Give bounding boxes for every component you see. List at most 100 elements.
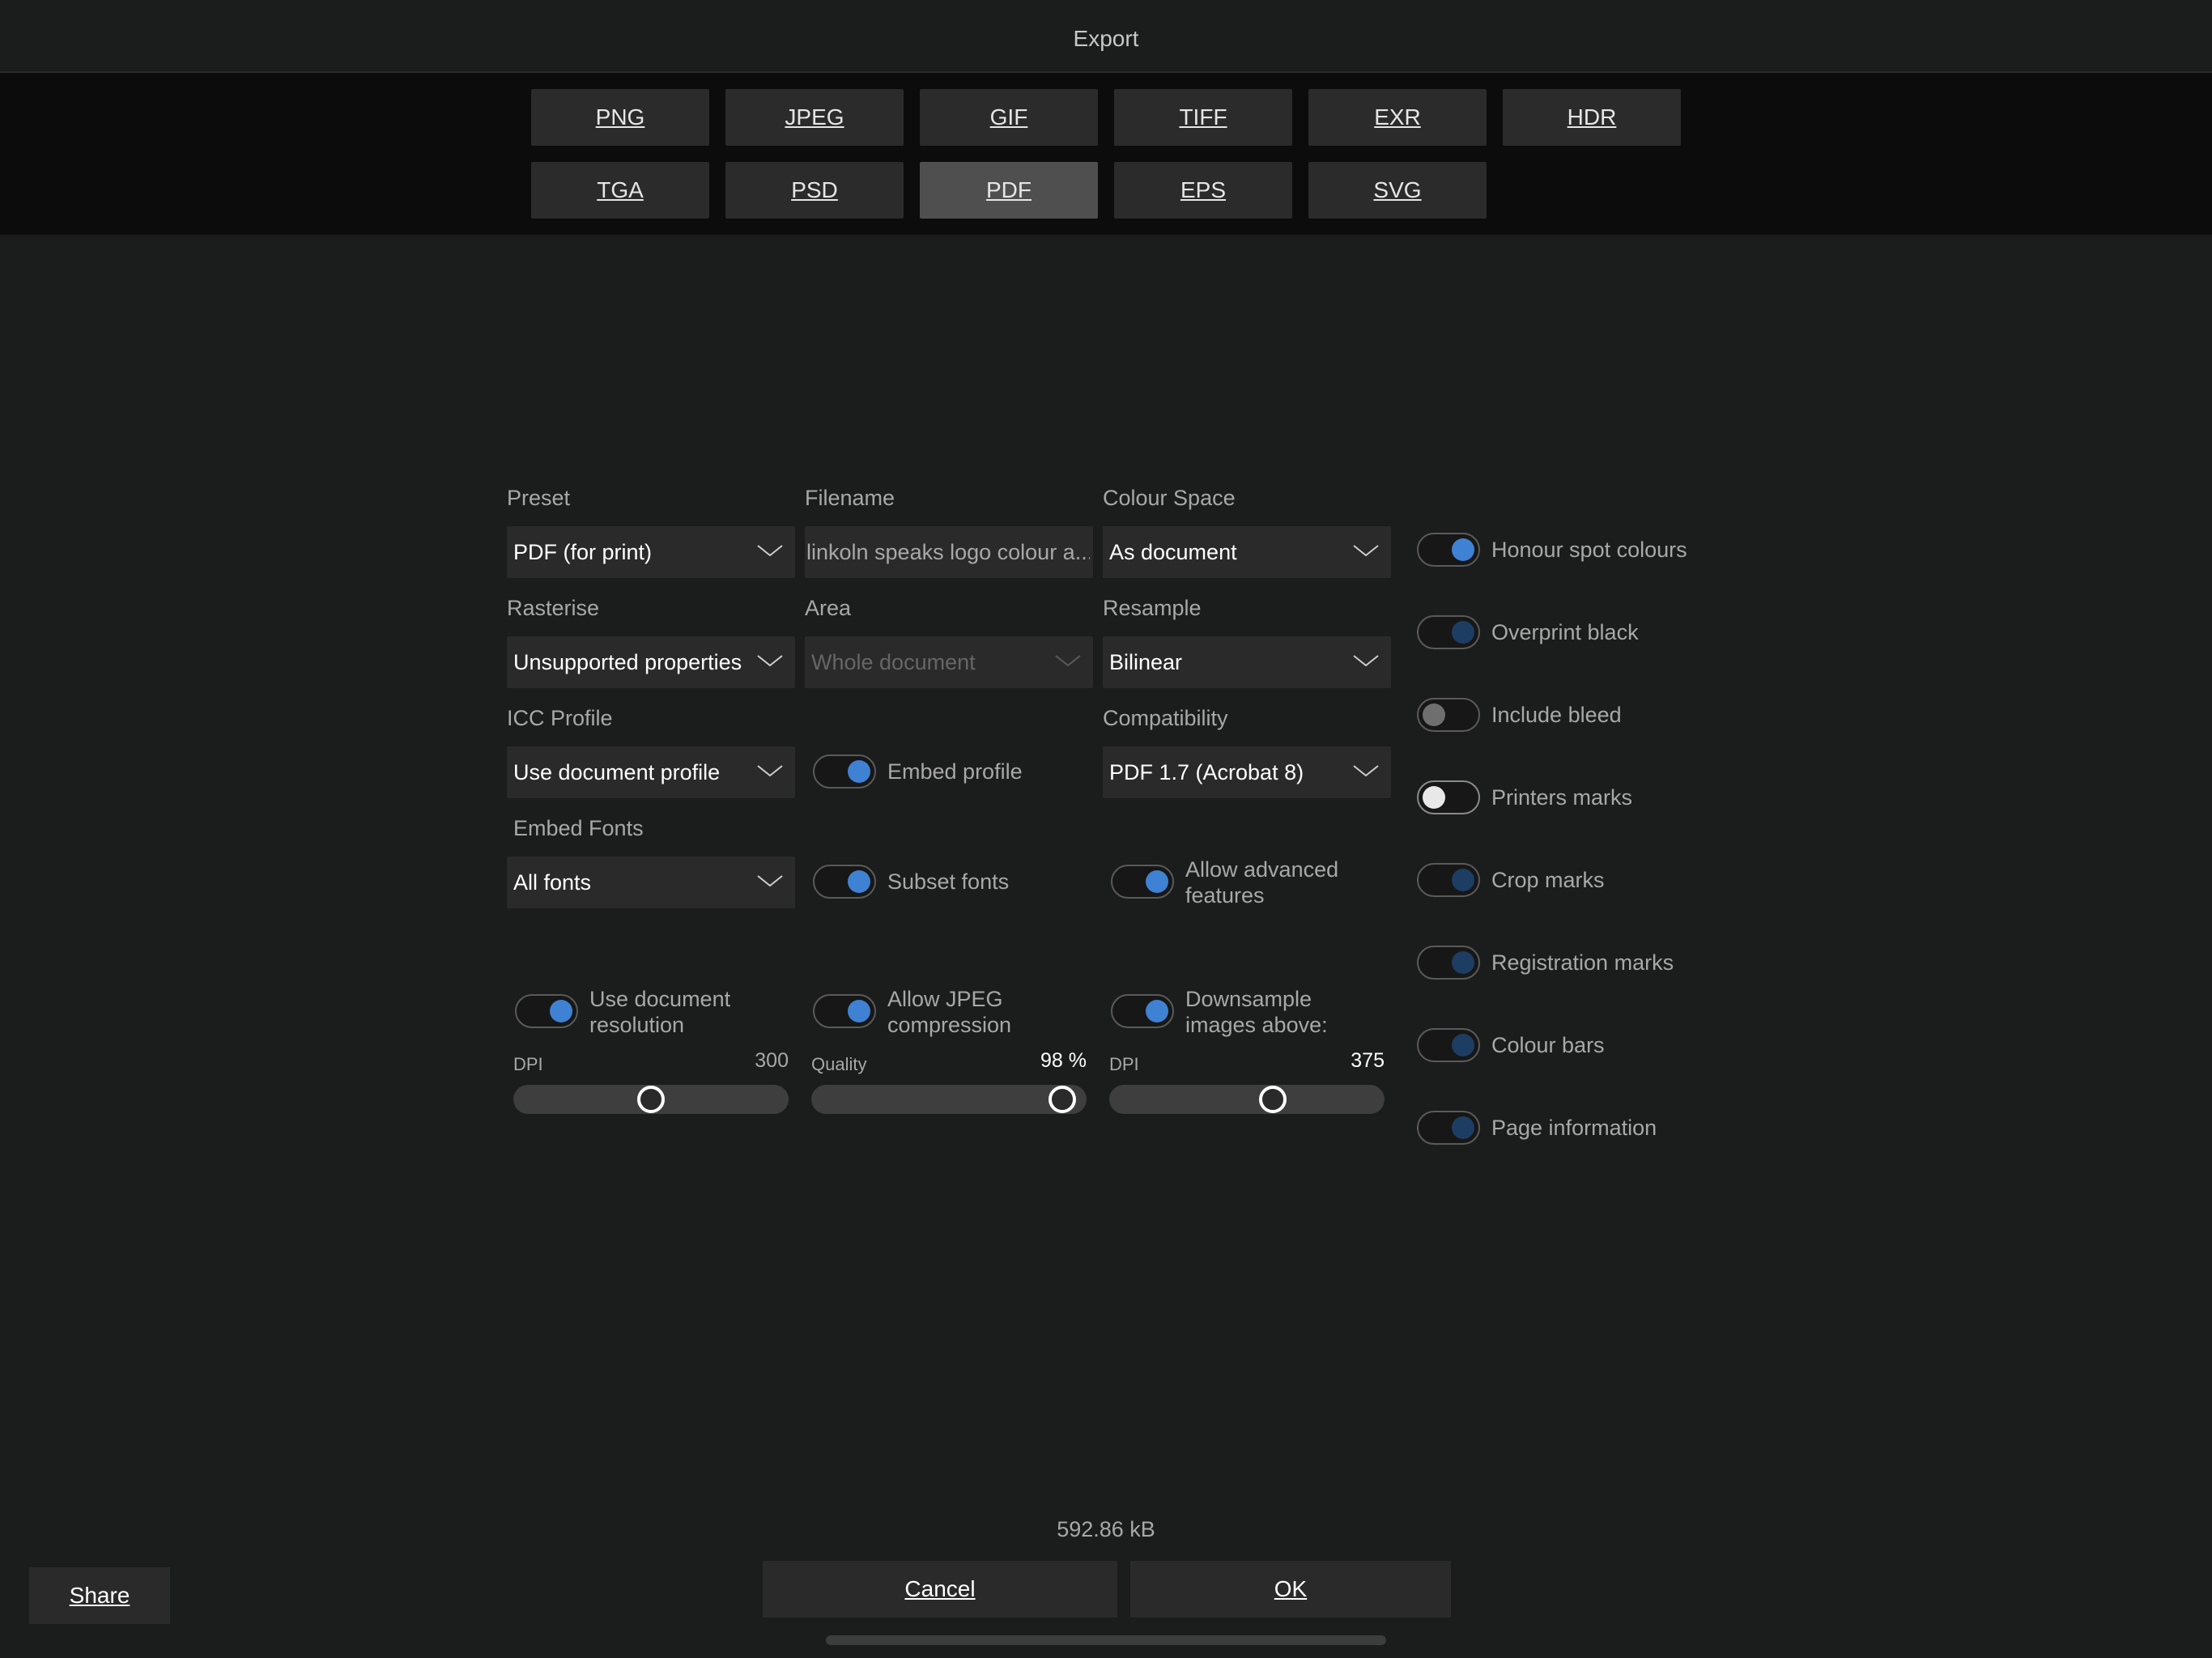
preset-label: Preset — [507, 486, 571, 510]
overprint-black-label: Overprint black — [1491, 620, 1639, 644]
resample-label: Resample — [1103, 596, 1202, 620]
format-button-jpeg[interactable]: JPEG — [725, 89, 904, 146]
format-bar — [0, 73, 2212, 235]
toggle-knob — [848, 1000, 870, 1022]
format-button-exr[interactable]: EXR — [1308, 89, 1487, 146]
icc-profile-dropdown[interactable]: Use document profile — [507, 746, 795, 798]
toggle-knob — [1146, 1000, 1168, 1022]
preset-value: PDF (for print) — [513, 540, 653, 564]
subset-fonts-label: Subset fonts — [887, 869, 1010, 894]
slider-thumb[interactable] — [1259, 1086, 1287, 1113]
label-line: resolution — [589, 1013, 685, 1037]
printers-marks-label: Printers marks — [1491, 785, 1633, 810]
rasterise-value: Unsupported properties — [513, 650, 742, 674]
toggle-knob — [1452, 951, 1474, 974]
chevron-down-icon — [1353, 765, 1379, 777]
chevron-down-icon — [1353, 655, 1379, 667]
rasterise-dropdown[interactable]: Unsupported properties — [507, 636, 795, 688]
overprint-black-toggle[interactable] — [1417, 615, 1480, 649]
chevron-down-icon — [757, 875, 783, 887]
label-line: features — [1185, 883, 1265, 908]
label-line: compression — [887, 1013, 1012, 1037]
filename-value: linkoln speaks logo colour a... — [806, 540, 1090, 564]
label-line: Use document — [589, 987, 731, 1011]
file-size: 592.86 kB — [1057, 1517, 1155, 1541]
format-button-tiff[interactable]: TIFF — [1114, 89, 1292, 146]
icc-profile-label: ICC Profile — [507, 706, 613, 730]
compatibility-dropdown[interactable]: PDF 1.7 (Acrobat 8) — [1103, 746, 1391, 798]
use-document-resolution-toggle[interactable] — [515, 994, 578, 1028]
crop-marks-label: Crop marks — [1491, 868, 1605, 892]
embed-fonts-label: Embed Fonts — [513, 816, 644, 840]
format-button-hdr[interactable]: HDR — [1503, 89, 1681, 146]
include-bleed-toggle[interactable] — [1417, 698, 1480, 732]
allow-advanced-features-label: Allow advanced features — [1185, 857, 1338, 908]
include-bleed-label: Include bleed — [1491, 703, 1622, 727]
slider-thumb[interactable] — [1049, 1086, 1077, 1113]
label-line: Allow advanced — [1185, 857, 1339, 882]
format-button-psd[interactable]: PSD — [725, 162, 904, 219]
area-label: Area — [805, 596, 852, 620]
toggle-knob — [848, 870, 870, 893]
downsample-dpi-label: DPI — [1109, 1054, 1139, 1074]
colour-space-value: As document — [1109, 540, 1237, 564]
chevron-down-icon — [757, 545, 783, 557]
dpi-slider[interactable] — [513, 1085, 789, 1114]
toggle-knob — [1452, 869, 1474, 891]
honour-spot-colours-toggle[interactable] — [1417, 533, 1480, 567]
registration-marks-toggle[interactable] — [1417, 946, 1480, 980]
compatibility-value: PDF 1.7 (Acrobat 8) — [1109, 760, 1304, 784]
colour-bars-toggle[interactable] — [1417, 1028, 1480, 1062]
allow-jpeg-compression-label: Allow JPEG compression — [887, 986, 1011, 1038]
embed-fonts-dropdown[interactable]: All fonts — [507, 857, 795, 908]
slider-thumb[interactable] — [637, 1086, 665, 1113]
icc-profile-value: Use document profile — [513, 760, 721, 784]
toggle-knob — [1452, 538, 1474, 561]
embed-fonts-value: All fonts — [513, 870, 592, 895]
chevron-down-icon — [757, 765, 783, 777]
rasterise-label: Rasterise — [507, 596, 600, 620]
downsample-images-label: Downsample images above: — [1185, 986, 1328, 1038]
colour-space-dropdown[interactable]: As document — [1103, 526, 1391, 578]
ok-button[interactable]: OK — [1130, 1561, 1451, 1618]
quality-slider[interactable] — [811, 1085, 1087, 1114]
format-button-png[interactable]: PNG — [531, 89, 709, 146]
dpi-label: DPI — [513, 1054, 543, 1074]
preset-dropdown[interactable]: PDF (for print) — [507, 526, 795, 578]
share-button[interactable]: Share — [29, 1567, 170, 1624]
label-line: Downsample — [1185, 987, 1312, 1011]
format-button-gif[interactable]: GIF — [920, 89, 1098, 146]
toggle-knob — [550, 1000, 572, 1022]
downsample-images-toggle[interactable] — [1111, 994, 1174, 1028]
toggle-knob — [1146, 870, 1168, 893]
resample-dropdown[interactable]: Bilinear — [1103, 636, 1391, 688]
filename-field[interactable]: linkoln speaks logo colour a... — [805, 526, 1093, 578]
area-value: Whole document — [811, 650, 976, 674]
format-button-eps[interactable]: EPS — [1114, 162, 1292, 219]
dialog-title: Export — [1073, 26, 1139, 51]
subset-fonts-toggle[interactable] — [813, 865, 876, 899]
registration-marks-label: Registration marks — [1491, 950, 1674, 975]
embed-profile-label: Embed profile — [887, 759, 1023, 784]
crop-marks-toggle[interactable] — [1417, 863, 1480, 897]
quality-value: 98 % — [1040, 1049, 1087, 1072]
printers-marks-toggle[interactable] — [1417, 780, 1480, 814]
toggle-knob — [1452, 1116, 1474, 1139]
resample-value: Bilinear — [1109, 650, 1183, 674]
home-indicator — [826, 1635, 1386, 1645]
format-button-svg[interactable]: SVG — [1308, 162, 1487, 219]
format-button-tga[interactable]: TGA — [531, 162, 709, 219]
toggle-knob — [1452, 621, 1474, 644]
dpi-value: 300 — [755, 1049, 789, 1072]
allow-jpeg-compression-toggle[interactable] — [813, 994, 876, 1028]
format-button-pdf[interactable]: PDF — [920, 162, 1098, 219]
cancel-button[interactable]: Cancel — [763, 1561, 1117, 1618]
toggle-knob — [848, 760, 870, 783]
page-information-toggle[interactable] — [1417, 1111, 1480, 1145]
area-dropdown[interactable]: Whole document — [805, 636, 1093, 688]
downsample-dpi-slider[interactable] — [1109, 1085, 1385, 1114]
label-line: Allow JPEG — [887, 987, 1003, 1011]
label-line: images above: — [1185, 1013, 1328, 1037]
embed-profile-toggle[interactable] — [813, 755, 876, 789]
allow-advanced-features-toggle[interactable] — [1111, 865, 1174, 899]
